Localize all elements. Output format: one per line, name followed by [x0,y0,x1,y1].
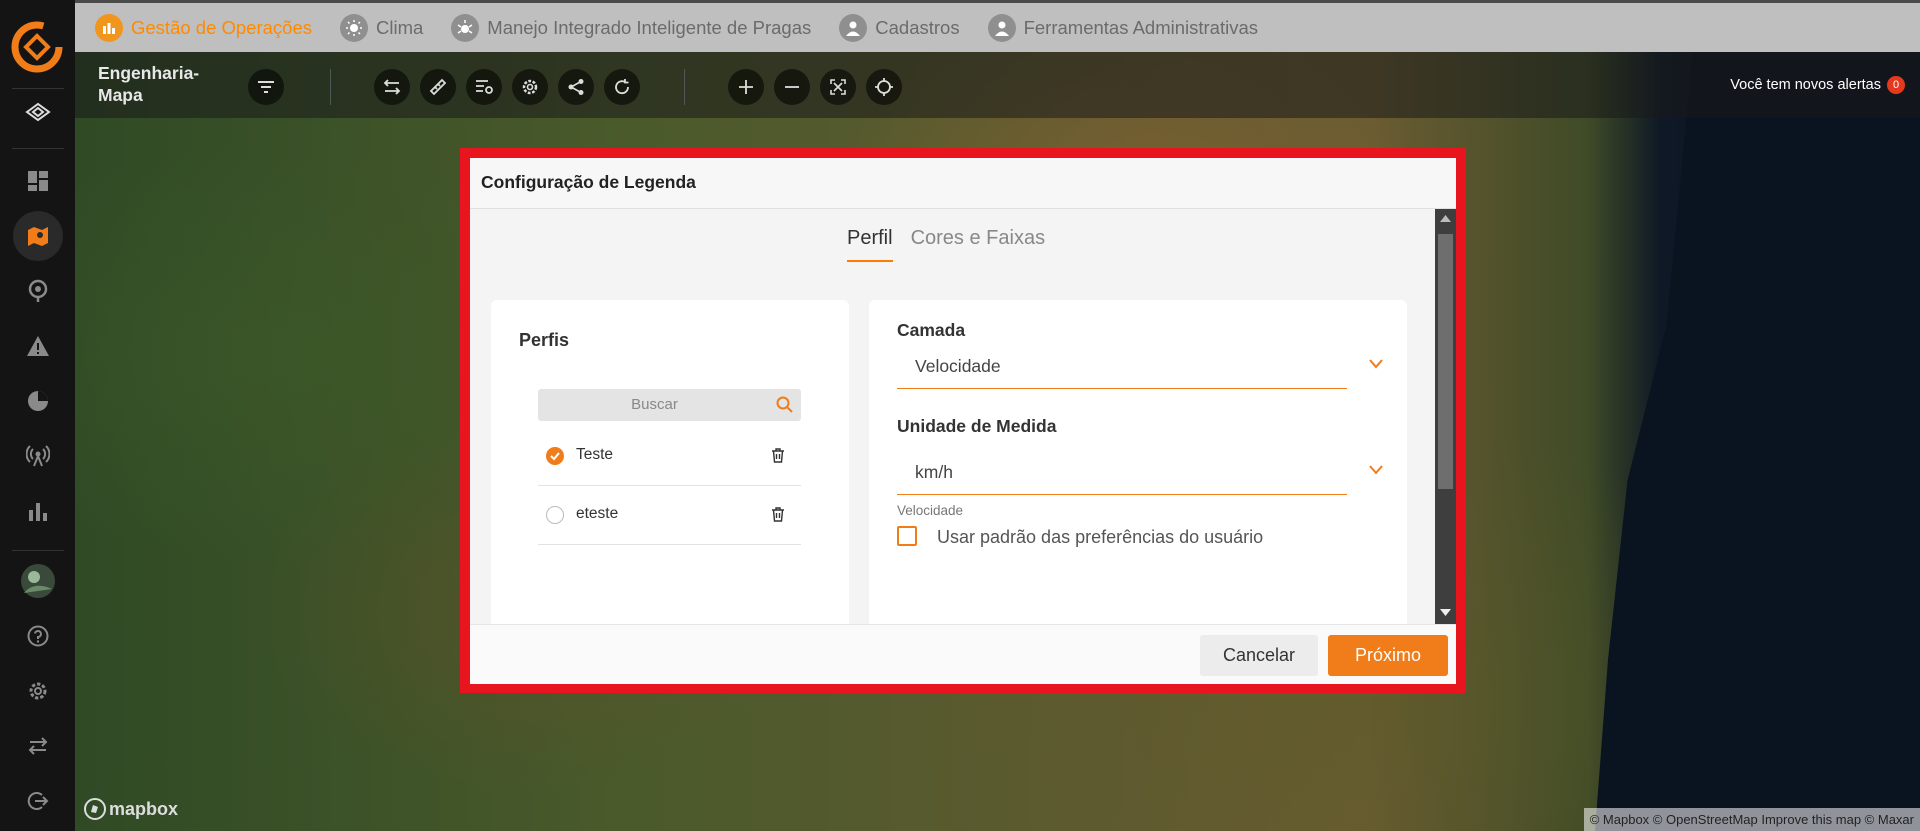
nav-tab-label: Clima [376,16,424,38]
admin-user-icon [987,13,1016,42]
operations-icon [95,13,123,42]
refresh-icon[interactable] [604,69,640,105]
modal-footer: Cancelar Próximo [470,624,1456,684]
scroll-up-icon [1440,215,1451,222]
nav-tab-clima[interactable]: Clima [320,3,431,52]
unit-label: Unidade de Medida [897,416,1057,436]
legend-config-modal: Configuração de Legenda Perfil Cores e F… [470,158,1456,684]
swap-icon[interactable] [13,721,63,771]
share-icon[interactable] [558,69,594,105]
scroll-down-icon [1440,609,1451,616]
unit-settings-card: Camada Velocidade Unidade de Medida km/h… [869,300,1407,624]
nav-tab-label: Manejo Integrado Inteligente de Pragas [487,16,812,38]
logout-icon[interactable] [13,776,63,826]
nav-tab-label: Cadastros [875,16,960,38]
user-icon [839,13,868,42]
list-item[interactable]: eteste [538,486,801,545]
location-pin-icon[interactable] [13,266,63,316]
next-button[interactable]: Próximo [1328,635,1448,676]
zoom-out-icon[interactable] [774,69,810,105]
nav-tab-gestao-operacoes[interactable]: Gestão de Operações [75,3,320,52]
modal-title: Configuração de Legenda [481,172,696,192]
settings-gear-icon[interactable] [13,666,63,716]
mapbox-text: mapbox [109,798,179,819]
warning-icon[interactable] [13,321,63,371]
map-toolbar: Engenharia- Mapa Você tem novos alertas … [75,52,1920,118]
filter-icon[interactable] [248,69,284,105]
nav-tab-cadastros[interactable]: Cadastros [819,3,967,52]
modal-scrollbar[interactable] [1435,209,1456,624]
default-pref-checkbox[interactable] [897,526,917,546]
dashboard-icon[interactable] [13,156,63,206]
map-attribution[interactable]: © Mapbox © OpenStreetMap Improve this ma… [1583,808,1920,831]
avatar[interactable] [13,556,63,606]
search-input[interactable]: Buscar [538,389,801,421]
sidebar [0,0,75,831]
app-logo[interactable] [10,20,64,74]
search-icon[interactable] [776,396,793,418]
layers-diamond-icon[interactable] [13,87,63,137]
profiles-title: Perfis [519,330,570,350]
ruler-icon[interactable] [420,69,456,105]
list-item[interactable]: Teste [538,427,801,486]
locate-crosshair-icon[interactable] [866,69,902,105]
antenna-icon[interactable] [13,431,63,481]
layer-select[interactable]: Velocidade [897,344,1347,389]
alerts-text: Você tem novos alertas [1730,77,1881,93]
pie-chart-icon[interactable] [13,376,63,426]
modal-tabs: Perfil Cores e Faixas [847,227,1063,262]
top-navigation: Gestão de Operações Clima Manejo Integra… [75,3,1920,52]
nav-tab-manejo-pragas[interactable]: Manejo Integrado Inteligente de Pragas [431,3,819,52]
trash-icon[interactable] [771,507,785,527]
swap-arrows-icon[interactable] [374,69,410,105]
scrollbar-thumb[interactable] [1438,234,1453,489]
radio-icon[interactable] [546,506,564,524]
unit-select[interactable]: km/h [897,450,1347,495]
settings-icon[interactable] [512,69,548,105]
page-title: Engenharia- Mapa [98,63,200,105]
default-pref-label: Usar padrão das preferências do usuário [937,527,1264,547]
alerts-count-badge: 0 [1887,76,1905,94]
profile-name: Teste [576,446,614,463]
cancel-button[interactable]: Cancelar [1200,635,1318,676]
nav-tab-ferramentas-admin[interactable]: Ferramentas Administrativas [968,3,1266,52]
help-icon[interactable] [13,611,63,661]
mapbox-logo[interactable]: mapbox [84,798,178,820]
tab-perfil[interactable]: Perfil [847,227,893,262]
mapbox-icon [84,798,106,820]
unit-hint: Velocidade [897,503,964,518]
layer-value: Velocidade [915,356,1001,376]
sun-icon [340,13,368,42]
profiles-card: Perfis Buscar Teste eteste [491,300,849,624]
bar-chart-icon[interactable] [13,486,63,536]
map-icon[interactable] [13,211,63,261]
legend-list-icon[interactable] [466,69,502,105]
alerts-notice[interactable]: Você tem novos alertas 0 [1730,76,1905,94]
chevron-down-icon[interactable] [1369,462,1383,480]
fullscreen-icon[interactable] [820,69,856,105]
unit-value: km/h [915,462,953,482]
modal-header: Configuração de Legenda [470,158,1456,209]
search-placeholder: Buscar [631,396,678,413]
tab-cores-faixas[interactable]: Cores e Faixas [911,227,1046,262]
modal-body: Perfil Cores e Faixas Perfis Buscar Test… [470,209,1435,624]
trash-icon[interactable] [771,448,785,468]
layer-label: Camada [897,320,966,340]
nav-tab-label: Ferramentas Administrativas [1023,16,1259,38]
profile-name: eteste [576,505,619,522]
nav-tab-label: Gestão de Operações [131,16,312,38]
zoom-in-icon[interactable] [728,69,764,105]
chevron-down-icon[interactable] [1369,356,1383,374]
selected-check-icon[interactable] [546,447,564,465]
pest-icon [451,13,480,42]
